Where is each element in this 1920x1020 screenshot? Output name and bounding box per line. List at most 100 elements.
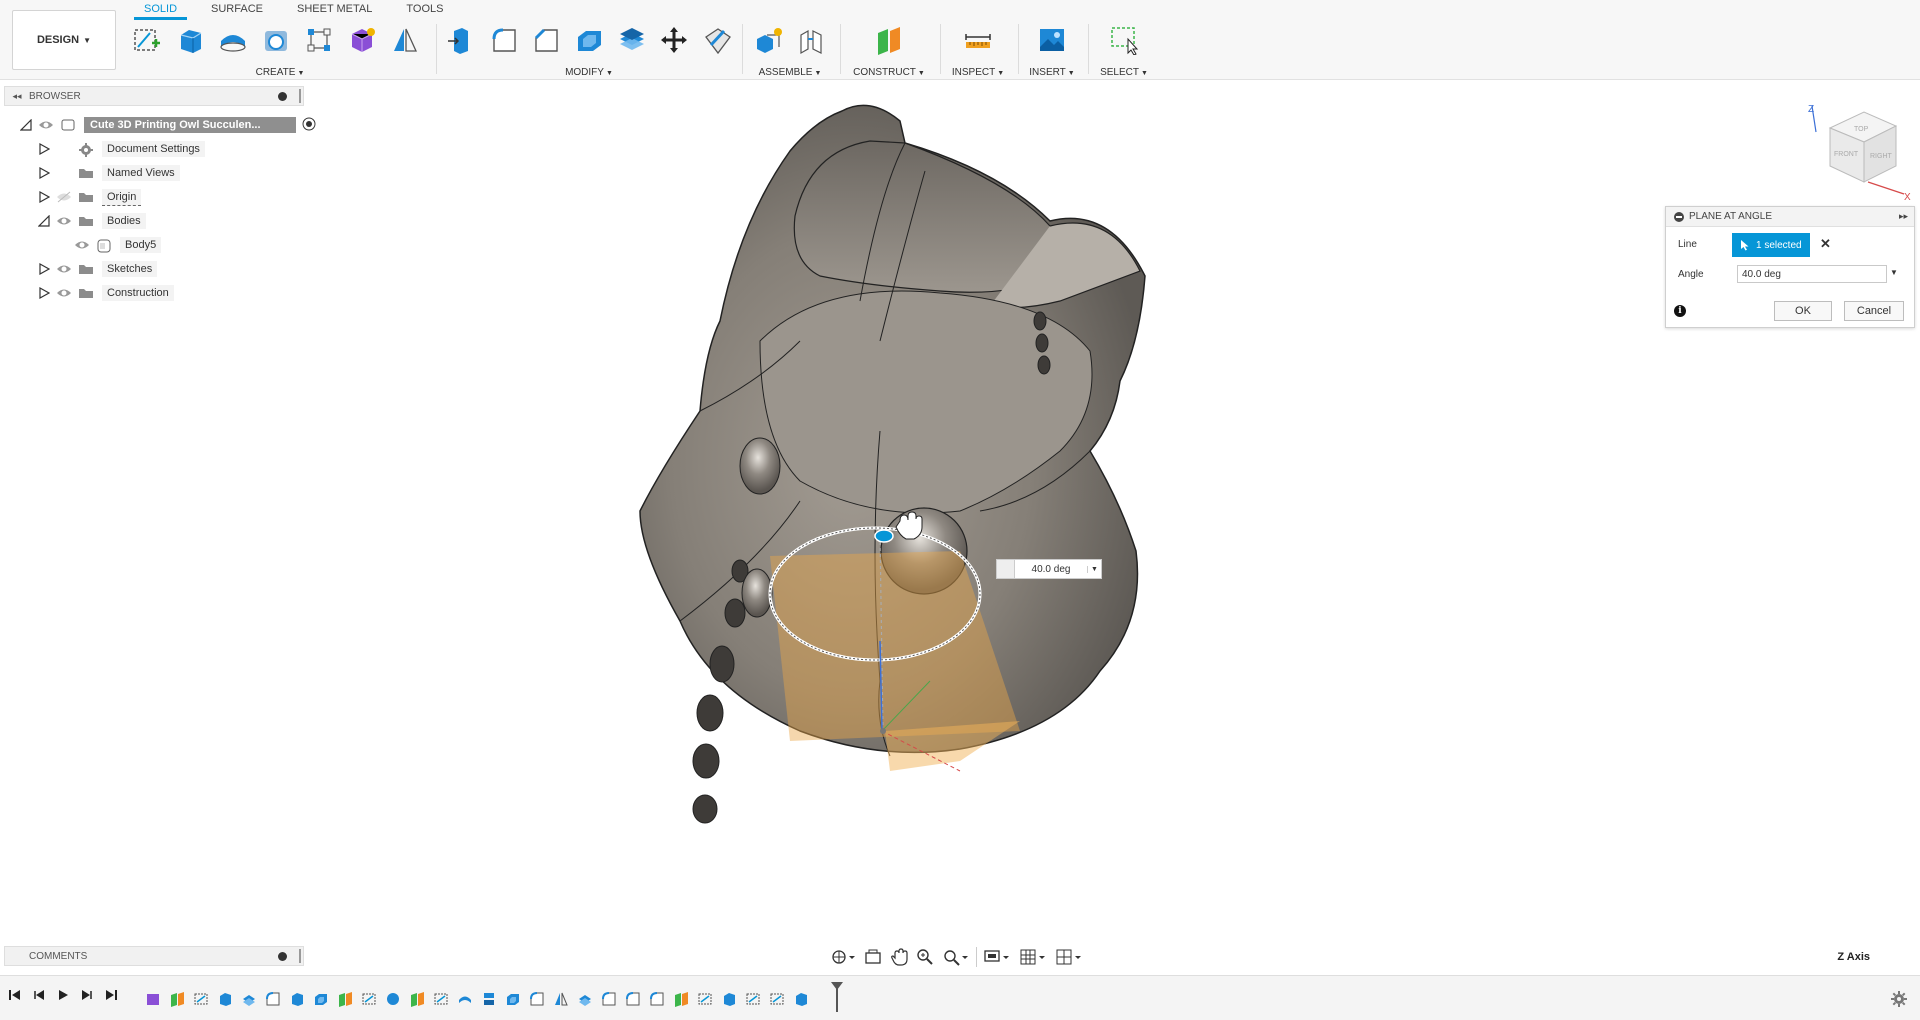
feature-sketch-icon[interactable] [744, 990, 762, 1008]
eye-icon[interactable] [56, 215, 72, 227]
tree-item-body5[interactable]: Body5 [56, 234, 162, 256]
loft-icon[interactable] [302, 23, 336, 57]
cube-front-label[interactable]: FRONT [1834, 151, 1859, 158]
add-comment-icon[interactable] [278, 951, 287, 961]
eye-icon[interactable] [38, 119, 54, 131]
gear-icon[interactable] [1890, 990, 1908, 1011]
feature-plane-icon[interactable] [336, 990, 354, 1008]
feature-sketch-icon[interactable] [432, 990, 450, 1008]
eye-icon[interactable] [74, 239, 90, 251]
move-icon[interactable] [658, 23, 692, 57]
inspect-menu[interactable]: INSPECT ▼ [946, 67, 1010, 78]
feature-fillet-icon[interactable] [600, 990, 618, 1008]
press-pull-icon[interactable] [444, 23, 478, 57]
construct-menu[interactable]: CONSTRUCT ▼ [846, 67, 932, 78]
step-forward-icon[interactable] [80, 988, 94, 1005]
zoom-icon[interactable] [914, 947, 936, 967]
canvas-viewport[interactable]: 40.0 deg ▼ [0, 81, 1920, 941]
angle-input[interactable] [1737, 265, 1887, 283]
display-settings-icon[interactable] [976, 947, 1013, 967]
chevron-down-icon[interactable]: ▼ [1890, 268, 1898, 277]
split-body-icon[interactable] [700, 23, 734, 57]
tab-surface[interactable]: SURFACE [201, 0, 273, 20]
shell-icon[interactable] [572, 23, 606, 57]
feature-plane-icon[interactable] [408, 990, 426, 1008]
feature-shell-icon[interactable] [504, 990, 522, 1008]
chamfer-icon[interactable] [529, 23, 563, 57]
tab-solid[interactable]: SOLID [134, 0, 188, 20]
resize-handle-icon[interactable] [299, 949, 301, 963]
joint-icon[interactable] [795, 23, 829, 57]
tree-item-named-views[interactable]: Named Views [38, 162, 180, 184]
create-menu[interactable]: CREATE ▼ [130, 67, 430, 78]
chevron-down-icon[interactable]: ▼ [1087, 565, 1101, 573]
mirror-icon[interactable] [388, 23, 422, 57]
select-menu[interactable]: SELECT ▼ [1094, 67, 1154, 78]
collapsed-triangle-icon[interactable] [38, 191, 50, 203]
cube-top-label[interactable]: TOP [1854, 126, 1869, 133]
box-icon[interactable] [345, 23, 379, 57]
new-component-icon[interactable] [752, 23, 786, 57]
expand-icon[interactable]: ▸▸ [1899, 211, 1908, 222]
timeline-marker[interactable] [831, 982, 843, 1012]
feature-box-icon[interactable] [144, 990, 162, 1008]
tab-sheet-metal[interactable]: SHEET METAL [287, 0, 382, 20]
feature-extrude-icon[interactable] [216, 990, 234, 1008]
feature-combine-icon[interactable] [576, 990, 594, 1008]
eye-icon[interactable] [56, 287, 72, 299]
feature-fillet-icon[interactable] [528, 990, 546, 1008]
orbit-icon[interactable] [828, 947, 858, 967]
ok-button[interactable]: OK [1774, 301, 1832, 321]
feature-plane-icon[interactable] [672, 990, 690, 1008]
collapsed-triangle-icon[interactable] [38, 167, 50, 179]
feature-fillet-icon[interactable] [648, 990, 666, 1008]
pin-icon[interactable] [278, 91, 287, 101]
fit-icon[interactable] [940, 947, 972, 967]
collapsed-triangle-icon[interactable] [38, 263, 50, 275]
tree-item-sketches[interactable]: Sketches [38, 258, 158, 280]
angle-readout[interactable]: 40.0 deg ▼ [996, 559, 1102, 579]
tree-item-document-settings[interactable]: Document Settings [38, 138, 205, 160]
revolve-icon[interactable] [216, 23, 250, 57]
tree-item-bodies[interactable]: Bodies [38, 210, 146, 232]
window-select-icon[interactable] [1107, 23, 1141, 57]
tree-item-origin[interactable]: Origin [38, 186, 142, 208]
look-at-icon[interactable] [862, 947, 884, 967]
feature-sketch-icon[interactable] [192, 990, 210, 1008]
feature-sphere-icon[interactable] [384, 990, 402, 1008]
play-icon[interactable] [56, 988, 70, 1005]
tree-root[interactable]: Cute 3D Printing Owl Succulen... [20, 114, 316, 136]
feature-sketch-icon[interactable] [360, 990, 378, 1008]
extrude-icon[interactable] [173, 23, 207, 57]
line-selection-button[interactable]: 1 selected [1732, 233, 1810, 257]
feature-extrude-icon[interactable] [288, 990, 306, 1008]
viewports-icon[interactable] [1053, 947, 1085, 967]
feature-extrude-icon[interactable] [792, 990, 810, 1008]
feature-combine-icon[interactable] [240, 990, 258, 1008]
eye-hidden-icon[interactable] [56, 191, 72, 203]
feature-split-icon[interactable] [480, 990, 498, 1008]
grid-icon[interactable] [1017, 947, 1049, 967]
tab-tools[interactable]: TOOLS [396, 0, 453, 20]
combine-icon[interactable] [615, 23, 649, 57]
pan-icon[interactable] [888, 947, 910, 967]
feature-mirror-icon[interactable] [552, 990, 570, 1008]
cancel-button[interactable]: Cancel [1844, 301, 1904, 321]
view-cube[interactable]: Z TOP FRONT RIGHT X [1808, 102, 1912, 203]
sweep-icon[interactable] [259, 23, 293, 57]
owl-planter-model[interactable] [0, 81, 1920, 941]
collapse-icon[interactable] [1674, 211, 1684, 222]
expanded-triangle-icon[interactable] [38, 215, 50, 227]
eye-icon[interactable] [56, 263, 72, 275]
go-to-end-icon[interactable] [104, 988, 118, 1005]
feature-shell-icon[interactable] [312, 990, 330, 1008]
feature-plane-icon[interactable] [168, 990, 186, 1008]
offset-plane-icon[interactable] [872, 23, 906, 57]
collapse-panel-icon[interactable]: ◂◂ [5, 91, 29, 102]
clear-selection-icon[interactable]: ✕ [1820, 236, 1831, 252]
info-icon[interactable]: i [1674, 305, 1686, 317]
resize-handle-icon[interactable] [299, 89, 301, 103]
tree-item-construction[interactable]: Construction [38, 282, 174, 304]
go-to-start-icon[interactable] [8, 988, 22, 1005]
drag-handle[interactable] [997, 560, 1015, 578]
